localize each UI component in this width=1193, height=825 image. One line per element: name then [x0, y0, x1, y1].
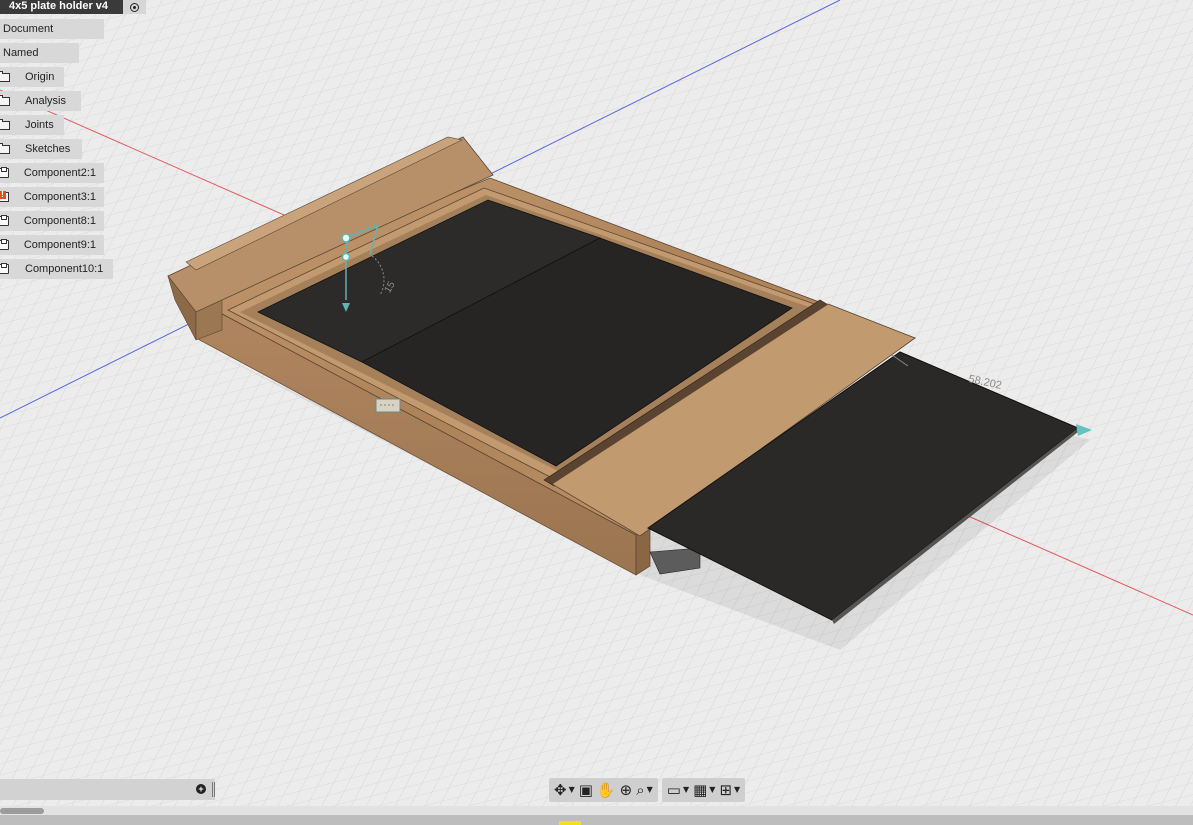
- canvas-viewport[interactable]: 15 58.202: [0, 0, 1193, 806]
- timeline-bar[interactable]: [0, 815, 1193, 825]
- browser-node-label: Component3:1: [23, 191, 96, 203]
- look-at-icon[interactable]: ▣: [577, 780, 595, 800]
- navigation-group: ✥ ▼ ▣ ✋ ⊕ ⌕ ▼: [549, 778, 658, 802]
- named-views-node[interactable]: Named Views: [0, 43, 79, 79]
- component-icon: [0, 167, 10, 179]
- fit-icon[interactable]: ⌕ ▼: [634, 780, 655, 800]
- document-title[interactable]: 4x5 plate holder v4: [0, 0, 123, 14]
- navigation-toolbar: ✥ ▼ ▣ ✋ ⊕ ⌕ ▼ ▭ ▼ ▦ ▼ ⊞ ▼: [549, 778, 793, 802]
- browser-node-sketches[interactable]: Sketches: [0, 139, 82, 159]
- browser-node-label: Component10:1: [25, 263, 104, 275]
- browser-node-label: Sketches: [25, 143, 71, 155]
- document-settings-node[interactable]: Document Settings: [0, 19, 104, 55]
- browser-node-label: Component2:1: [23, 167, 96, 179]
- browser-node-analysis[interactable]: Analysis: [0, 91, 81, 111]
- plus-circle-icon[interactable]: +: [196, 784, 206, 794]
- browser-node-joints[interactable]: Joints: [0, 115, 64, 135]
- folder-icon: [0, 95, 11, 107]
- pan-icon[interactable]: ✋: [595, 780, 618, 800]
- display-settings-icon[interactable]: ▭ ▼: [665, 780, 691, 800]
- zoom-icon[interactable]: ⊕: [618, 780, 635, 800]
- scrollbar-thumb[interactable]: [0, 808, 44, 814]
- comments-panel[interactable]: +: [0, 779, 215, 800]
- component-icon: [0, 239, 10, 251]
- folder-icon: [0, 71, 11, 83]
- browser-node-label: Joints: [25, 119, 54, 131]
- timeline-marker[interactable]: [559, 821, 581, 825]
- horizontal-scrollbar[interactable]: [0, 806, 1193, 815]
- component-icon: [0, 215, 10, 227]
- browser-node-origin[interactable]: Origin: [0, 67, 64, 87]
- display-group: ▭ ▼ ▦ ▼ ⊞ ▼: [661, 778, 746, 802]
- activate-target-icon[interactable]: [123, 0, 146, 14]
- browser-node-label: Component8:1: [23, 215, 96, 227]
- viewports-icon[interactable]: ⊞ ▼: [717, 780, 742, 800]
- browser-node-component3[interactable]: Component3:1: [0, 187, 104, 207]
- browser-node-label: Analysis: [25, 95, 66, 107]
- browser-node-label: Component9:1: [23, 239, 96, 251]
- component-warning-icon: [0, 191, 10, 203]
- browser-node-component10[interactable]: Component10:1: [0, 259, 113, 279]
- grid-settings-icon[interactable]: ▦ ▼: [691, 780, 717, 800]
- browser-node-label: Origin: [25, 71, 55, 83]
- browser-node-component9[interactable]: Component9:1: [0, 235, 104, 255]
- panel-splitter[interactable]: [212, 782, 215, 797]
- folder-icon: [0, 119, 11, 131]
- browser-node-component8[interactable]: Component8:1: [0, 211, 104, 231]
- folder-icon: [0, 143, 11, 155]
- browser-node-component2[interactable]: Component2:1: [0, 163, 104, 183]
- model-canvas[interactable]: 15 58.202: [0, 0, 1193, 806]
- orbit-icon[interactable]: ✥ ▼: [552, 780, 577, 800]
- component-icon: [0, 263, 11, 275]
